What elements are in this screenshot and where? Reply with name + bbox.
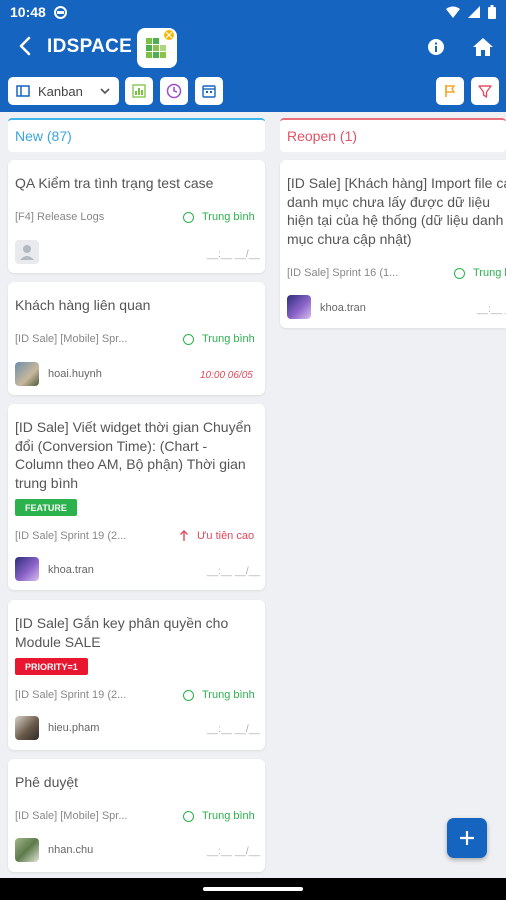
status-bar: 10:48 [0,0,506,24]
bar-chart-icon [132,84,146,98]
task-card[interactable]: [ID Sale] Gắn key phân quyền cho Module … [8,600,265,750]
task-priority: Trung bình [183,211,255,223]
calendar-icon [202,85,216,98]
task-title: [ID Sale] Gắn key phân quyền cho Module … [15,615,229,650]
avatar [15,838,39,862]
priority-circle-icon [183,333,194,345]
task-due-date: __:__ __/__ [207,566,260,577]
kanban-column-new: New (87) [8,118,265,152]
priority-circle-icon [454,267,465,279]
task-assignee: nhan.chu [48,844,94,856]
task-card[interactable]: Khách hàng liên quan [ID Sale] [Mobile] … [8,282,265,395]
timeline-view-button[interactable] [160,77,188,105]
filter-icon [478,85,492,98]
task-assignee: hoai.huynh [48,368,102,380]
info-icon[interactable] [426,37,446,57]
task-priority: Trung bình [454,267,506,279]
task-priority: Trung bình [183,689,255,701]
task-project: [ID Sale] Sprint 19 (2... [15,689,127,701]
view-mode-label: Kanban [38,83,83,99]
task-priority: Ưu tiên cao [179,530,254,542]
task-project: [ID Sale] Sprint 19 (2... [15,530,127,542]
battery-icon [488,5,496,19]
flag-button[interactable] [436,77,464,105]
app-logo-icon [137,28,177,68]
chevron-down-icon [100,88,110,95]
task-priority: Trung bình [183,810,255,822]
flag-icon [445,85,456,97]
avatar [15,716,39,740]
task-title: [ID Sale] [Khách hàng] Import file các d… [287,175,506,247]
app-title: IDSPACE [47,36,133,57]
avatar [287,295,311,319]
filter-button[interactable] [471,77,499,105]
priority-circle-icon [183,211,194,223]
task-project: [F4] Release Logs [15,211,105,223]
plus-icon [460,831,474,845]
home-gesture-handle[interactable] [203,887,303,891]
column-header: New (87) [8,118,265,152]
toolbar: Kanban [0,72,506,112]
task-due-date: __:__ __/__ [207,846,260,857]
task-card[interactable]: Phê duyệt [ID Sale] [Mobile] Spr... Trun… [8,759,265,872]
task-card[interactable]: [ID Sale] Viết widget thời gian Chuyển đ… [8,404,265,590]
status-time: 10:48 [10,4,46,20]
kanban-column-reopen: Reopen (1) [280,118,506,152]
task-title: Khách hàng liên quan [15,297,151,313]
column-title: Reopen (1) [287,128,358,144]
chart-view-button[interactable] [125,77,153,105]
task-assignee: khoa.tran [320,302,366,314]
default-avatar-icon [15,240,39,264]
wifi-icon [446,6,460,18]
task-assignee: hieu.pham [48,722,100,734]
task-title: QA Kiểm tra tình trạng test case [15,175,214,191]
signal-icon [468,6,480,18]
task-tag: FEATURE [15,499,77,516]
calendar-view-button[interactable] [195,77,223,105]
priority-circle-icon [183,810,194,822]
board-view-icon [16,85,30,97]
add-task-button[interactable] [447,818,487,858]
task-priority: Trung bình [183,333,255,345]
task-card[interactable]: [ID Sale] [Khách hàng] Import file các d… [280,160,506,328]
task-card[interactable]: QA Kiểm tra tình trạng test case [F4] Re… [8,160,265,273]
column-header: Reopen (1) [280,118,506,152]
task-tag: PRIORITY=1 [15,658,88,675]
back-arrow-icon[interactable] [14,34,38,58]
priority-circle-icon [183,689,194,701]
notification-icon [53,5,67,19]
task-project: [ID Sale] Sprint 16 (1... [287,267,399,279]
task-project: [ID Sale] [Mobile] Spr... [15,333,128,345]
task-due-date: 10:00 06/05 [200,370,253,381]
system-nav-bar [0,878,506,900]
home-icon[interactable] [471,35,495,59]
view-mode-select[interactable]: Kanban [8,77,119,105]
avatar [15,362,39,386]
task-due-date: __:__ __/__ [207,724,260,735]
task-due-date: __:__ __/__ [477,304,506,315]
avatar [15,557,39,581]
task-assignee: khoa.tran [48,564,94,576]
clock-icon [166,83,182,99]
arrow-up-icon [180,530,188,541]
column-title: New (87) [15,128,72,144]
task-title: Phê duyệt [15,774,79,790]
task-title: [ID Sale] Viết widget thời gian Chuyển đ… [15,419,252,491]
task-project: [ID Sale] [Mobile] Spr... [15,810,128,822]
task-due-date: __:__ __/__ [207,249,260,260]
app-bar: IDSPACE [0,24,506,72]
